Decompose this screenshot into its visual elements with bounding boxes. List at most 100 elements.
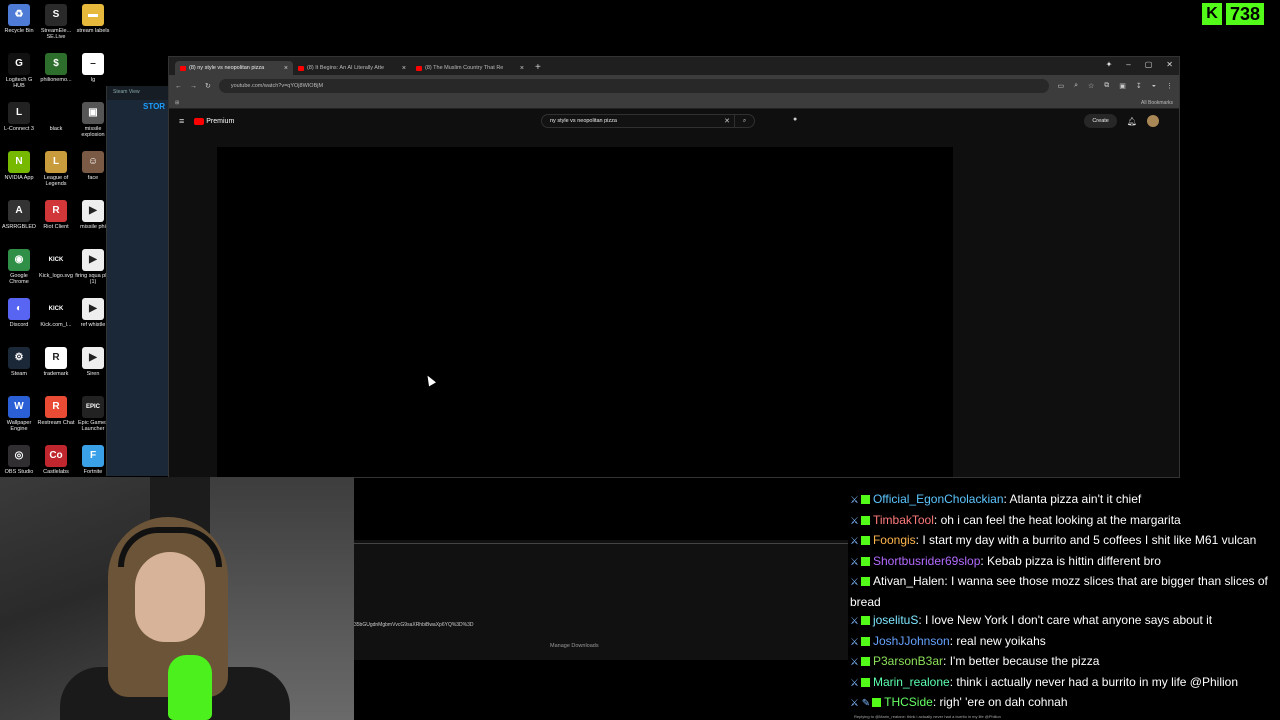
chat-username[interactable]: Official_EgonCholackian [873,492,1004,506]
zoom-icon[interactable]: ⌕ [1074,82,1078,90]
chat-username[interactable]: Shortbusrider69slop [873,554,980,568]
tab-3[interactable]: (8) The Muslim Country That Re × [411,61,529,75]
chat-username[interactable]: Foongis [873,533,916,547]
chat-message: ⚔︎ Ativan_Halen: I wanna see those mozz s… [846,572,1280,611]
close-window-icon[interactable]: ✕ [1166,60,1173,69]
tab-1[interactable]: (8) ny style vs neopolitan pizza × [175,61,293,75]
youtube-premium-label: Premium [206,117,235,125]
desktop-app-icon: F [82,445,104,467]
search-input[interactable]: ny style vs neopolitan pizza ✕ ⌕ [541,114,755,128]
voice-search-icon[interactable]: ● [793,116,797,123]
chat-separator: : [918,613,925,627]
desktop-icon-label: Wallpaper Engine [6,420,32,432]
chat-message: ⚔︎ TimbakTool: oh i can feel the heat loo… [846,511,1280,532]
desktop-app-icon: L [8,102,30,124]
desktop-icon[interactable]: ◎ OBS Studio [0,445,38,475]
desktop-icon[interactable]: R Restream Chat [37,396,75,426]
chat-badge-icon: ⚔︎ [850,577,859,588]
all-bookmarks[interactable]: All Bookmarks [1141,100,1173,106]
desktop-icon-label: League of Legends [43,175,69,187]
chat-username[interactable]: P3arsonB3ar [873,654,943,668]
search-icon[interactable]: ⌕ [734,115,754,127]
new-tab-button[interactable]: + [529,62,547,75]
chat-username[interactable]: Marin_realone [873,675,950,689]
chat-message: ⚔︎ ✎ THCSide: righ' 'ere on dah cohnah [846,693,1280,714]
desktop-icon[interactable]: Rtrademark [37,347,75,377]
cast-icon[interactable]: ▭ [1057,82,1064,90]
desktop-icon-label: Recycle Bin [4,28,34,34]
chat-badge-icon: ⚔︎ [850,556,859,568]
youtube-logo[interactable]: Premium [194,117,235,125]
account-avatar[interactable] [1147,115,1159,127]
desktop-icon[interactable]: ◐ Discord [0,298,38,328]
chat-username[interactable]: joselituS [873,613,918,627]
desktop-icon[interactable]: ♻ Recycle Bin [0,4,38,34]
hamburger-menu-icon[interactable]: ≡ [179,116,184,126]
maximize-icon[interactable]: ▢ [1145,60,1153,69]
desktop-icon[interactable]: R Riot Client [37,200,75,230]
bookmark-star-icon[interactable]: ☆ [1088,82,1094,90]
desktop-icon-label: StreamEle... SE.Live [40,28,72,40]
kick-badge-icon [860,495,870,504]
profile-icon[interactable]: ◒ [1152,82,1156,90]
desktop-app-icon: – [82,53,104,75]
desktop-app-icon: $ [45,53,67,75]
youtube-icon [298,65,304,71]
reload-icon[interactable]: ↻ [205,82,211,90]
extensions-icon[interactable]: ⧉ [1104,82,1109,90]
forward-icon[interactable]: → [190,83,197,90]
desktop-app-icon: ☺ [82,151,104,173]
desktop-icon[interactable]: L League of Legends [37,151,75,187]
download-filename[interactable]: 35bGUgdnMgbmVvcG9saXRhbiBwaXp6YQ%3D%3D [354,622,474,628]
desktop-icon[interactable]: $ philionemo... [37,53,75,83]
desktop-app-icon: ▣ [82,102,104,124]
chat-username[interactable]: THCSide [884,695,933,709]
desktop-app-icon: R [45,347,67,369]
desktop-app-icon: KICK [45,298,67,320]
browser-toolbar: ▭ ⌕ ☆ ⧉ ▣ ↧ ◒ ⋮ [1057,82,1173,90]
steam-store-tab[interactable]: STOR [143,102,165,111]
video-player[interactable] [217,147,953,477]
chat-username[interactable]: Ativan_Halen [873,574,944,588]
create-button[interactable]: Create [1084,114,1117,128]
steam-window[interactable]: Steam View STOR [106,86,176,476]
manage-downloads-link[interactable]: Manage Downloads [550,643,599,649]
chat-username[interactable]: TimbakTool [873,513,934,527]
desktop-icon[interactable]: W Wallpaper Engine [0,396,38,432]
desktop-icon[interactable]: ◉ Google Chrome [0,249,38,285]
close-tab-icon[interactable]: × [284,65,288,72]
desktop-icon[interactable]: KICK Kick.com_l... [37,298,75,328]
sidepanel-icon[interactable]: ▣ [1119,82,1126,90]
desktop-icon[interactable]: L L-Connect 3 [0,102,38,132]
chat-text: Kebab pizza is hittin different bro [987,553,1161,568]
desktop-icon[interactable]: Co Castlelabs [37,445,75,475]
desktop-icon[interactable]: N NVIDIA App [0,151,38,181]
kebab-menu-icon[interactable]: ⋮ [1166,82,1173,90]
desktop-icon[interactable]: ▬ stream labels [74,4,112,34]
desktop-icon[interactable]: KICK Kick_logo.svg [37,249,75,279]
chat-badge-icon: ⚔︎ [850,616,859,627]
desktop-icon[interactable]: G Logitech G HUB [0,53,38,89]
desktop-icon[interactable]: – lg [74,53,112,83]
chat-separator: : [933,512,941,527]
chat-username[interactable]: JoshJJohnson [873,634,950,648]
youtube-icon [180,65,186,71]
close-tab-icon[interactable]: × [520,65,524,72]
download-icon[interactable]: ↧ [1136,82,1142,90]
extension-icon[interactable]: ✦ [1106,60,1113,69]
apps-icon[interactable]: ⊞ [175,100,179,106]
notifications-bell-icon[interactable]: 🔔︎ [1127,117,1137,126]
divider [354,543,848,544]
desktop-icon[interactable]: ⚙ Steam [0,347,38,377]
desktop-icon[interactable]: S StreamEle... SE.Live [37,4,75,40]
youtube-play-icon [194,117,205,125]
desktop-app-icon: EPIC [82,396,104,418]
back-icon[interactable]: ← [175,83,182,90]
desktop-icon[interactable]: black [37,102,75,132]
desktop-icon[interactable]: A ASRRGBLED [0,200,38,230]
url-field[interactable]: youtube.com/watch?v=qYOj8WIOBjM [218,79,1050,93]
close-tab-icon[interactable]: × [402,65,406,72]
minimize-icon[interactable]: – [1126,60,1130,69]
clear-search-icon[interactable]: ✕ [724,117,730,125]
tab-2[interactable]: (8) It Begins: An AI Literally Atte × [293,61,411,75]
